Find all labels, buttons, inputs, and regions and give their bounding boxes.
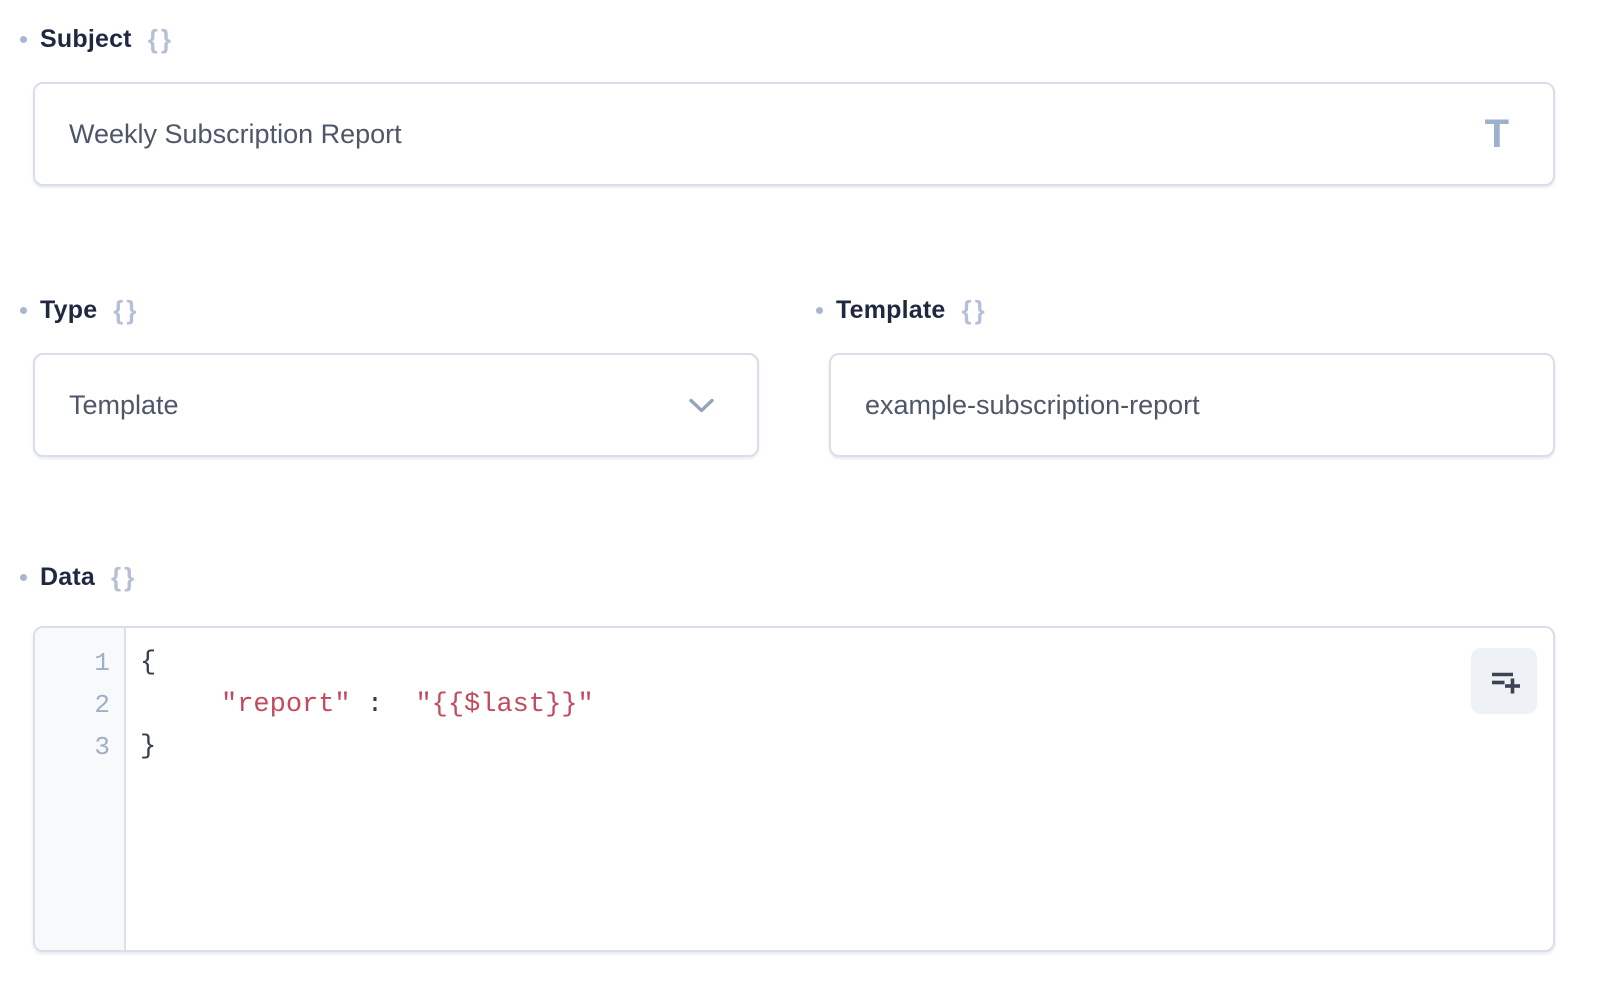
subject-field: Subject {} Weekly Subscription Report T bbox=[33, 22, 1555, 186]
code-line: { bbox=[140, 642, 1553, 684]
type-label: Type bbox=[40, 296, 97, 325]
code-token-string: "{{$last}}" bbox=[415, 690, 593, 720]
line-number: 2 bbox=[35, 684, 110, 726]
expression-braces-icon[interactable]: {} bbox=[111, 562, 137, 593]
playlist-add-icon bbox=[1485, 662, 1523, 700]
type-field: Type {} Template bbox=[33, 293, 759, 457]
required-bullet bbox=[20, 574, 27, 581]
chevron-down-icon bbox=[688, 397, 715, 414]
code-token bbox=[140, 690, 205, 720]
template-field: Template {} example-subscription-report bbox=[829, 293, 1555, 457]
subject-input[interactable]: Weekly Subscription Report T bbox=[33, 82, 1555, 186]
data-label-row: Data {} bbox=[20, 560, 1555, 594]
line-number: 1 bbox=[35, 642, 110, 684]
template-label: Template bbox=[836, 296, 946, 325]
subject-label: Subject bbox=[40, 25, 132, 54]
subject-input-value: Weekly Subscription Report bbox=[69, 119, 402, 150]
data-field: Data {} 1 2 3 { "report" : "{{$last}}" bbox=[33, 560, 1555, 952]
editor-line-number-gutter: 1 2 3 bbox=[35, 628, 126, 950]
type-select[interactable]: Template bbox=[33, 353, 759, 457]
data-label: Data bbox=[40, 563, 95, 592]
expression-braces-icon[interactable]: {} bbox=[962, 295, 988, 326]
code-token: } bbox=[140, 732, 156, 762]
code-token: : bbox=[367, 690, 399, 720]
type-label-row: Type {} bbox=[20, 293, 759, 327]
required-bullet bbox=[20, 307, 27, 314]
line-number: 3 bbox=[35, 726, 110, 768]
format-json-button[interactable] bbox=[1471, 648, 1537, 714]
code-line: } bbox=[140, 726, 1553, 768]
required-bullet bbox=[20, 36, 27, 43]
required-bullet bbox=[816, 307, 823, 314]
type-template-row: Type {} Template Template {} example-sub… bbox=[33, 293, 1555, 457]
code-token-string: "report" bbox=[221, 690, 351, 720]
code-line: "report" : "{{$last}}" bbox=[140, 684, 1553, 726]
text-format-icon[interactable]: T bbox=[1485, 114, 1519, 154]
template-input[interactable]: example-subscription-report bbox=[829, 353, 1555, 457]
data-code-editor[interactable]: 1 2 3 { "report" : "{{$last}}" } bbox=[33, 626, 1555, 952]
subject-label-row: Subject {} bbox=[20, 22, 1555, 56]
template-input-value: example-subscription-report bbox=[865, 390, 1200, 421]
template-label-row: Template {} bbox=[816, 293, 1555, 327]
node-settings-form: Subject {} Weekly Subscription Report T … bbox=[0, 0, 1600, 952]
type-select-value: Template bbox=[69, 390, 179, 421]
expression-braces-icon[interactable]: {} bbox=[113, 295, 139, 326]
expression-braces-icon[interactable]: {} bbox=[148, 24, 174, 55]
editor-code-area[interactable]: { "report" : "{{$last}}" } bbox=[126, 628, 1553, 950]
code-token: { bbox=[140, 648, 156, 678]
